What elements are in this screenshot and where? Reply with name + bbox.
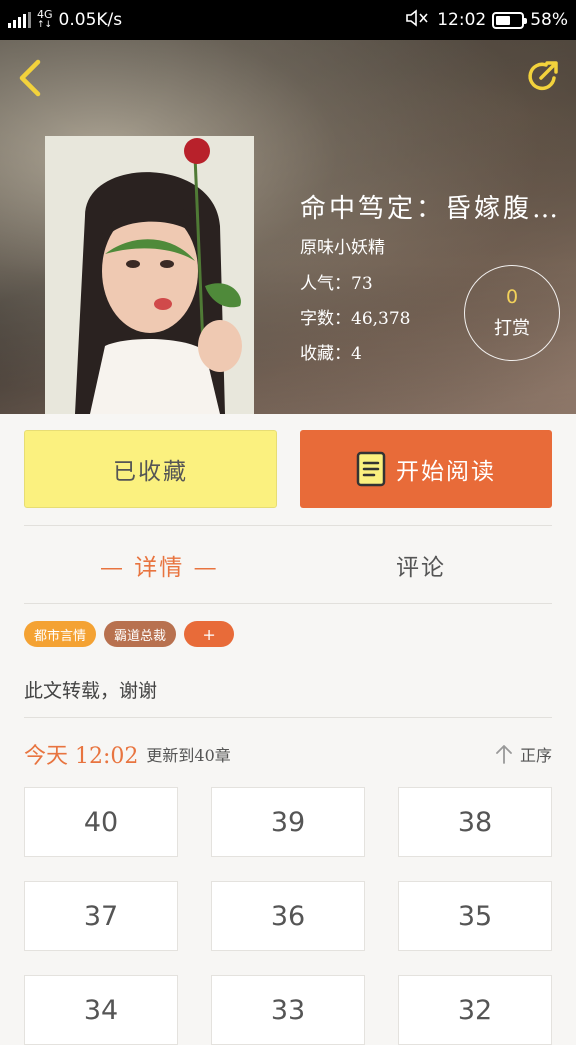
book-description: 此文转载，谢谢 (24, 680, 158, 702)
battery-level (496, 15, 511, 25)
network-type: 4G ↑↓ (37, 8, 53, 30)
tag-urban-romance[interactable]: 都市言情 (24, 621, 97, 647)
chapter-cell[interactable]: 40 (24, 787, 178, 857)
tag-list: 都市言情 霸道总裁 + (24, 621, 235, 647)
chapter-cell[interactable]: 32 (398, 975, 552, 1045)
book-author[interactable]: 原味小妖精 (300, 233, 385, 258)
book-word-count: 字数：46,378 (300, 309, 411, 329)
chapter-cell[interactable]: 39 (211, 787, 365, 857)
battery-icon (492, 11, 528, 29)
update-row: 今天 12:02 更新到40章 正序 (24, 738, 552, 770)
back-button[interactable] (14, 58, 48, 98)
tag-domineering-ceo[interactable]: 霸道总裁 (104, 621, 177, 647)
network-speed: 0.05K/s (58, 10, 123, 30)
divider (24, 717, 552, 718)
chapter-cell[interactable]: 35 (398, 881, 552, 951)
chapter-cell[interactable]: 33 (211, 975, 365, 1045)
arrow-up-icon (496, 745, 512, 764)
status-bar: 4G ↑↓ 0.05K/s 12:02 58% (0, 0, 576, 40)
chapter-cell[interactable]: 36 (211, 881, 365, 951)
sort-button[interactable]: 正序 (494, 742, 552, 766)
divider (24, 603, 552, 604)
start-reading-button[interactable]: 开始阅读 (300, 430, 552, 508)
tab-comment[interactable]: 评论 (396, 548, 446, 582)
clock: 12:02 (437, 10, 487, 30)
cover-photo (45, 136, 254, 414)
share-icon (528, 61, 558, 91)
chapter-cell[interactable]: 38 (398, 787, 552, 857)
tab-detail[interactable]: — 详情 — (100, 548, 219, 582)
mute-icon (405, 8, 431, 33)
divider (24, 525, 552, 526)
signal-icon (8, 12, 31, 28)
data-arrows-icon: ↑↓ (37, 20, 53, 30)
book-popularity: 人气：73 (300, 274, 373, 294)
battery-percent: 58% (530, 10, 568, 30)
status-right: 12:02 58% (405, 8, 568, 33)
book-cover-image[interactable] (45, 136, 254, 414)
start-reading-label: 开始阅读 (396, 459, 496, 485)
tip-count: 0 (505, 286, 519, 308)
chevron-left-icon (19, 59, 41, 97)
network-label: 4G (37, 8, 53, 21)
status-left: 4G ↑↓ 0.05K/s (8, 8, 123, 30)
book-header: 命中笃定：昏嫁腹… 原味小妖精 人气：73 字数：46,378 收藏：4 0 打… (0, 40, 576, 414)
update-note: 更新到40章 (146, 746, 231, 765)
book-favorites: 收藏：4 (300, 344, 362, 364)
book-icon (356, 451, 386, 487)
chapter-cell[interactable]: 34 (24, 975, 178, 1045)
sort-label: 正序 (519, 746, 552, 765)
collected-button[interactable]: 已收藏 (24, 430, 277, 508)
update-time: 今天 12:02 (24, 744, 139, 769)
tip-label: 打赏 (494, 318, 530, 339)
add-tag-button[interactable]: + (184, 621, 235, 647)
tip-button[interactable]: 0 打赏 (464, 265, 560, 361)
chapter-grid: 40 39 38 37 36 35 34 33 32 (24, 787, 552, 1045)
chapter-cell[interactable]: 37 (24, 881, 178, 951)
book-title: 命中笃定：昏嫁腹… (300, 194, 562, 224)
share-button[interactable] (524, 56, 564, 96)
